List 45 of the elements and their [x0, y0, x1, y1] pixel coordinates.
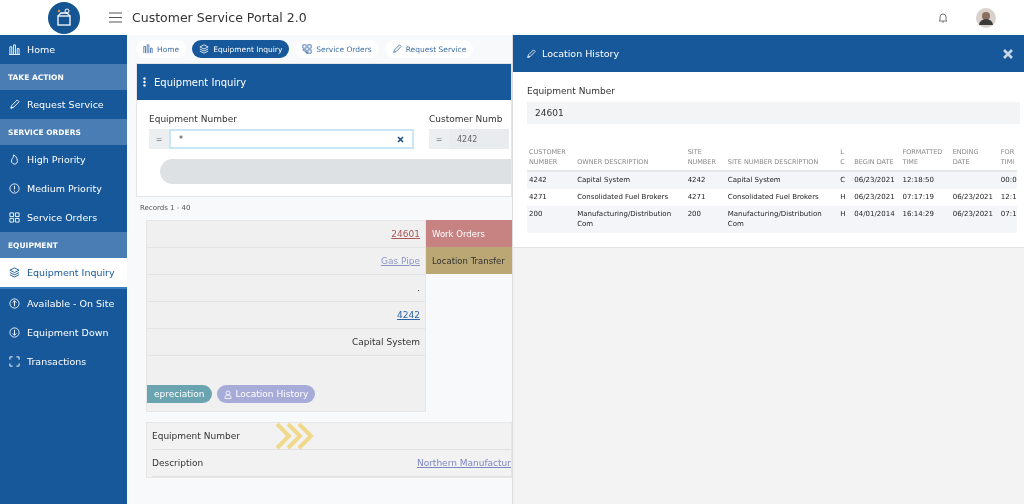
detail-label: Description — [152, 458, 204, 468]
sidebar-item[interactable]: Home — [0, 35, 127, 64]
sidebar-item[interactable]: Request Service — [0, 90, 127, 119]
expand-icon — [9, 356, 20, 367]
detail-value: Capital System — [352, 337, 420, 347]
detail-label: Equipment Number — [152, 431, 240, 441]
pencil-icon — [9, 99, 20, 110]
layers-icon — [199, 44, 210, 54]
detail-link[interactable]: 24601 — [391, 229, 420, 239]
layers-icon — [9, 267, 20, 278]
field-label: Customer Numb — [429, 114, 504, 124]
clear-icon[interactable] — [397, 135, 404, 143]
bar-chart-icon — [143, 44, 153, 54]
kebab-icon[interactable] — [143, 77, 146, 87]
sidebar-item[interactable]: Equipment Down — [0, 318, 127, 347]
alert-icon — [9, 183, 20, 194]
flame-icon — [9, 154, 20, 165]
app-title: Customer Service Portal 2.0 — [132, 10, 307, 25]
sidebar-item[interactable]: High Priority — [0, 145, 127, 174]
chevrons-icon — [274, 422, 315, 450]
close-icon[interactable] — [1003, 48, 1013, 59]
detail-value: . — [417, 283, 420, 293]
panel-title: Equipment Inquiry — [154, 76, 247, 88]
sidebar-item[interactable]: Available - On Site — [0, 289, 127, 318]
input-field[interactable]: * — [169, 129, 414, 149]
action-button[interactable]: Location Transfer — [426, 247, 512, 274]
field-label: Equipment Number — [149, 114, 238, 124]
sidebar-item[interactable]: Equipment Inquiry — [0, 258, 127, 289]
sidebar-item[interactable]: Transactions — [0, 347, 127, 376]
bar-chart-icon — [9, 44, 20, 55]
avatar-icon[interactable] — [976, 7, 996, 28]
dialog-title: Location History — [542, 48, 619, 59]
pencil-icon — [526, 48, 536, 59]
bell-icon[interactable] — [938, 12, 948, 23]
sidebar-item[interactable]: Medium Priority — [0, 174, 127, 203]
input-field[interactable]: 4242 — [449, 129, 509, 149]
person-icon — [223, 389, 232, 399]
sidebar-item[interactable]: Service Orders — [0, 203, 127, 232]
field-label: Equipment Number — [527, 86, 616, 96]
operator-label: = — [149, 129, 169, 149]
pencil-icon — [391, 44, 402, 54]
operator-label: = — [429, 129, 449, 149]
menu-icon[interactable] — [109, 12, 122, 23]
detail-link[interactable]: 4242 — [397, 310, 420, 320]
input-field[interactable]: 24601 — [527, 102, 1020, 124]
